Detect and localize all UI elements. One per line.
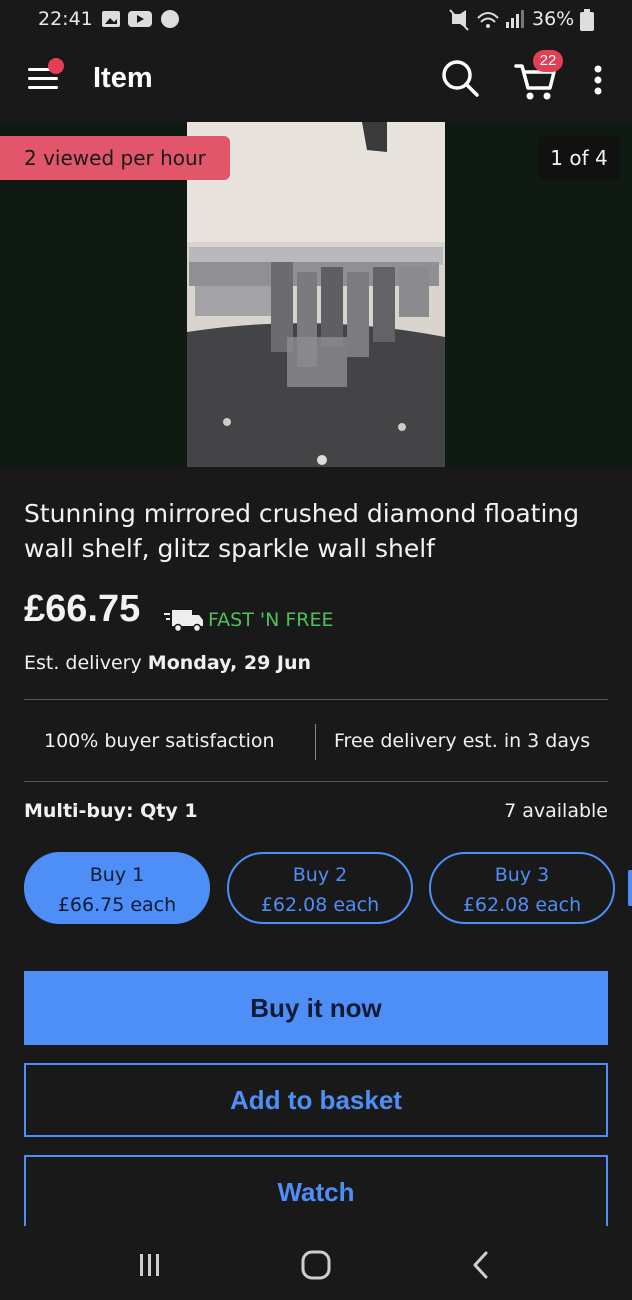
more-icon — [594, 65, 602, 95]
signal-icons — [449, 9, 524, 31]
search-icon — [442, 60, 479, 97]
multibuy-option-price: £66.75 each — [57, 894, 177, 916]
notification-icons — [102, 10, 179, 28]
free-delivery-estimate: Free delivery est. in 3 days — [334, 730, 591, 752]
divider — [24, 699, 608, 700]
system-navigation-bar — [0, 1226, 632, 1300]
buy-it-now-button[interactable]: Buy it now — [24, 971, 608, 1045]
app-bar: Item 22 — [0, 40, 632, 122]
multibuy-option-overflow[interactable] — [628, 870, 632, 906]
image-counter: 1 of 4 — [538, 136, 620, 180]
watch-button-container: Watch — [0, 1155, 632, 1226]
multibuy-option-qty: Buy 3 — [494, 864, 550, 886]
multibuy-option-price: £62.08 each — [462, 894, 582, 916]
status-bar: 22:41 36% — [0, 0, 632, 40]
multibuy-option-1[interactable]: Buy 1 £66.75 each — [24, 852, 210, 924]
watch-button[interactable]: Watch — [24, 1155, 608, 1226]
more-options-button[interactable] — [588, 62, 608, 98]
viewed-per-hour-badge: 2 viewed per hour — [0, 136, 230, 180]
image-gallery[interactable]: 2 viewed per hour 1 of 4 — [0, 122, 632, 467]
estimated-delivery-prefix: Est. delivery — [24, 652, 142, 674]
estimated-delivery-date: Monday, 29 Jun — [147, 652, 312, 674]
multibuy-option-qty: Buy 1 — [89, 864, 145, 886]
item-title: Stunning mirrored crushed diamond floati… — [24, 499, 580, 563]
back-button[interactable] — [462, 1248, 502, 1282]
multibuy-option-price: £62.08 each — [260, 894, 380, 916]
buyer-satisfaction: 100% buyer satisfaction — [44, 730, 275, 752]
battery-icon — [580, 9, 594, 31]
delivery-truck-icon — [164, 610, 203, 633]
home-button[interactable] — [296, 1248, 336, 1282]
cart-count-badge: 22 — [533, 50, 563, 72]
recent-apps-button[interactable] — [130, 1248, 170, 1282]
search-button[interactable] — [440, 58, 482, 100]
multibuy-option-2[interactable]: Buy 2 £62.08 each — [227, 852, 413, 924]
menu-icon — [28, 58, 64, 89]
menu-button[interactable] — [26, 58, 66, 98]
status-time: 22:41 — [38, 8, 93, 30]
item-price: £66.75 — [24, 588, 141, 630]
highlights-divider — [315, 724, 316, 760]
divider — [24, 781, 608, 782]
home-icon — [301, 1250, 331, 1280]
battery-level: 36% — [532, 8, 575, 30]
page-title: Item — [93, 62, 153, 94]
estimated-delivery: Est. delivery Monday, 29 Jun — [24, 652, 311, 674]
fast-free-label: FAST 'N FREE — [208, 609, 334, 631]
available-quantity: 7 available — [504, 800, 608, 822]
add-to-basket-button[interactable]: Add to basket — [24, 1063, 608, 1137]
multibuy-option-qty: Buy 2 — [292, 864, 348, 886]
recent-apps-icon — [140, 1254, 159, 1276]
back-icon — [473, 1251, 488, 1279]
multibuy-option-3[interactable]: Buy 3 £62.08 each — [429, 852, 615, 924]
multibuy-label: Multi-buy: Qty 1 — [24, 800, 198, 822]
